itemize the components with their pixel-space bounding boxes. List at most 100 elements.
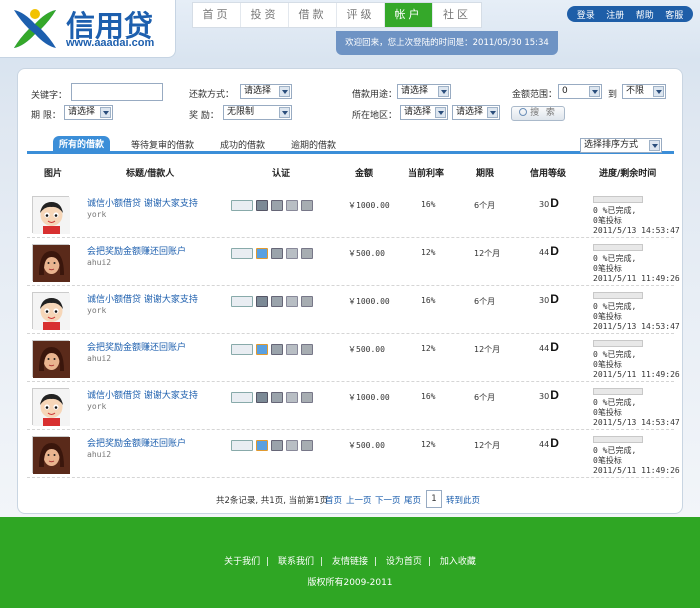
page-input[interactable]: 1 — [426, 490, 442, 508]
logo-url: www.aaadai.com — [66, 37, 155, 49]
service-link[interactable]: 客服 — [665, 8, 683, 21]
avatar[interactable] — [32, 388, 70, 426]
logo[interactable]: 信用贷 www.aaadai.com — [0, 0, 176, 58]
nav-account[interactable]: 帐户 — [385, 3, 433, 27]
amount-min-select[interactable]: 0 — [558, 84, 602, 99]
register-link[interactable]: 注册 — [606, 8, 624, 21]
loan-term: 6个月 — [474, 393, 496, 402]
table-row[interactable]: 会把奖励金额赚还回账户 ahui2 ￥500.00 12% 12个月 44D 0 %已完成,… — [27, 430, 680, 478]
borrower-name[interactable]: ahui2 — [87, 450, 111, 459]
borrower-name[interactable]: york — [87, 402, 106, 411]
credit-score: 30 — [539, 296, 550, 305]
table-row[interactable]: 诚信小额借贷 谢谢大家支持 york ￥1000.00 16% 6个月 30D 0 %已完成… — [27, 190, 680, 238]
table-row[interactable]: 会把奖励金额赚还回账户 ahui2 ￥500.00 12% 12个月 44D 0 %已完成,… — [27, 238, 680, 286]
search-button[interactable]: 搜 索 — [511, 106, 565, 121]
video-icon — [301, 200, 313, 211]
purpose-label: 借款用途： — [352, 90, 398, 100]
loan-title-link[interactable]: 诚信小额借贷 谢谢大家支持 — [87, 196, 198, 209]
col-amount: 金额 — [355, 169, 374, 179]
email-icon — [271, 248, 283, 259]
nav-rating[interactable]: 评级 — [337, 3, 385, 27]
nav-invest[interactable]: 投资 — [241, 3, 289, 27]
pager-next[interactable]: 下一页 — [375, 494, 401, 506]
video-icon — [301, 392, 313, 403]
avatar[interactable] — [32, 244, 70, 282]
region-label: 所在地区： — [352, 111, 398, 121]
nav-borrow[interactable]: 借款 — [289, 3, 337, 27]
keyword-label: 关键字： — [31, 91, 68, 101]
grade-letter: D — [550, 436, 559, 450]
interest-rate: 16% — [421, 296, 436, 305]
loan-title-link[interactable]: 会把奖励金额赚还回账户 — [87, 436, 186, 449]
video-icon — [301, 248, 313, 259]
pager-last[interactable]: 尾页 — [404, 494, 421, 506]
pager-goto[interactable]: 转到此页 — [446, 494, 480, 506]
id-card-icon — [231, 440, 253, 451]
reward-label: 奖 励： — [189, 111, 219, 121]
loan-term: 12个月 — [474, 249, 501, 258]
tab-successful[interactable]: 成功的借款 — [220, 138, 265, 151]
footer-about[interactable]: 关于我们 — [224, 557, 260, 567]
amount-max-select[interactable]: 不限 — [622, 84, 666, 99]
col-image: 图片 — [44, 169, 63, 179]
pager-prev[interactable]: 上一页 — [346, 494, 372, 506]
credit-score: 44 — [539, 440, 550, 449]
table-row[interactable]: 诚信小额借贷 谢谢大家支持 york ￥1000.00 16% 6个月 30D 0 %已完成… — [27, 286, 680, 334]
borrower-name[interactable]: ahui2 — [87, 354, 111, 363]
sort-select[interactable]: 选择排序方式 — [580, 138, 662, 153]
footer-friends[interactable]: 友情链接 — [332, 557, 368, 567]
chevron-down-icon — [100, 107, 111, 118]
video-icon — [301, 440, 313, 451]
credit-score: 30 — [539, 200, 550, 209]
tab-overdue[interactable]: 逾期的借款 — [291, 138, 336, 151]
nav-community[interactable]: 社区 — [433, 3, 481, 27]
term-label: 期 限： — [31, 111, 61, 121]
avatar[interactable] — [32, 340, 70, 378]
chevron-down-icon — [487, 107, 498, 118]
progress-text: 0 %已完成, 0笔投标 2011/5/11 11:49:26 — [593, 446, 680, 475]
repay-select[interactable]: 请选择 — [240, 84, 292, 99]
col-progress: 进度/剩余时间 — [599, 169, 657, 179]
purpose-select[interactable]: 请选择 — [397, 84, 451, 99]
phone-icon — [256, 296, 268, 307]
login-link[interactable]: 登录 — [577, 8, 595, 21]
reward-select[interactable]: 无限制 — [223, 105, 292, 120]
footer-contact[interactable]: 联系我们 — [278, 557, 314, 567]
city-select[interactable]: 请选择 — [452, 105, 500, 120]
province-select[interactable]: 请选择 — [400, 105, 448, 120]
borrower-name[interactable]: york — [87, 306, 106, 315]
tab-pending-review[interactable]: 等待复审的借款 — [131, 138, 194, 151]
footer-sep: | — [427, 557, 431, 567]
tab-all-loans[interactable]: 所有的借款 — [53, 136, 111, 154]
nav-home[interactable]: 首页 — [193, 3, 241, 27]
user-icon — [286, 248, 298, 259]
footer-sep: | — [320, 557, 324, 567]
loan-term: 12个月 — [474, 345, 501, 354]
footer-homepage[interactable]: 设为首页 — [386, 557, 422, 567]
progress-bar — [593, 436, 643, 443]
credit-score: 30 — [539, 392, 550, 401]
borrower-name[interactable]: york — [87, 210, 106, 219]
footer-favorite[interactable]: 加入收藏 — [440, 557, 476, 567]
avatar[interactable] — [32, 436, 70, 474]
auth-icons — [231, 392, 313, 403]
id-card-icon — [231, 296, 253, 307]
table-row[interactable]: 诚信小额借贷 谢谢大家支持 york ￥1000.00 16% 6个月 30D 0 %已完成… — [27, 382, 680, 430]
user-icon — [286, 440, 298, 451]
amount-label: 金额范围： — [512, 90, 558, 100]
loan-title-link[interactable]: 诚信小额借贷 谢谢大家支持 — [87, 292, 198, 305]
chevron-down-icon — [435, 107, 446, 118]
keyword-input[interactable] — [71, 83, 163, 101]
loan-title-link[interactable]: 会把奖励金额赚还回账户 — [87, 244, 186, 257]
pager-first[interactable]: 首页 — [325, 494, 342, 506]
avatar[interactable] — [32, 196, 70, 234]
loan-title-link[interactable]: 会把奖励金额赚还回账户 — [87, 340, 186, 353]
loan-term: 12个月 — [474, 441, 501, 450]
table-row[interactable]: 会把奖励金额赚还回账户 ahui2 ￥500.00 12% 12个月 44D 0 %已完成,… — [27, 334, 680, 382]
help-link[interactable]: 帮助 — [636, 8, 654, 21]
borrower-name[interactable]: ahui2 — [87, 258, 111, 267]
col-auth: 认证 — [272, 169, 291, 179]
avatar[interactable] — [32, 292, 70, 330]
loan-title-link[interactable]: 诚信小额借贷 谢谢大家支持 — [87, 388, 198, 401]
term-select[interactable]: 请选择 — [64, 105, 113, 120]
